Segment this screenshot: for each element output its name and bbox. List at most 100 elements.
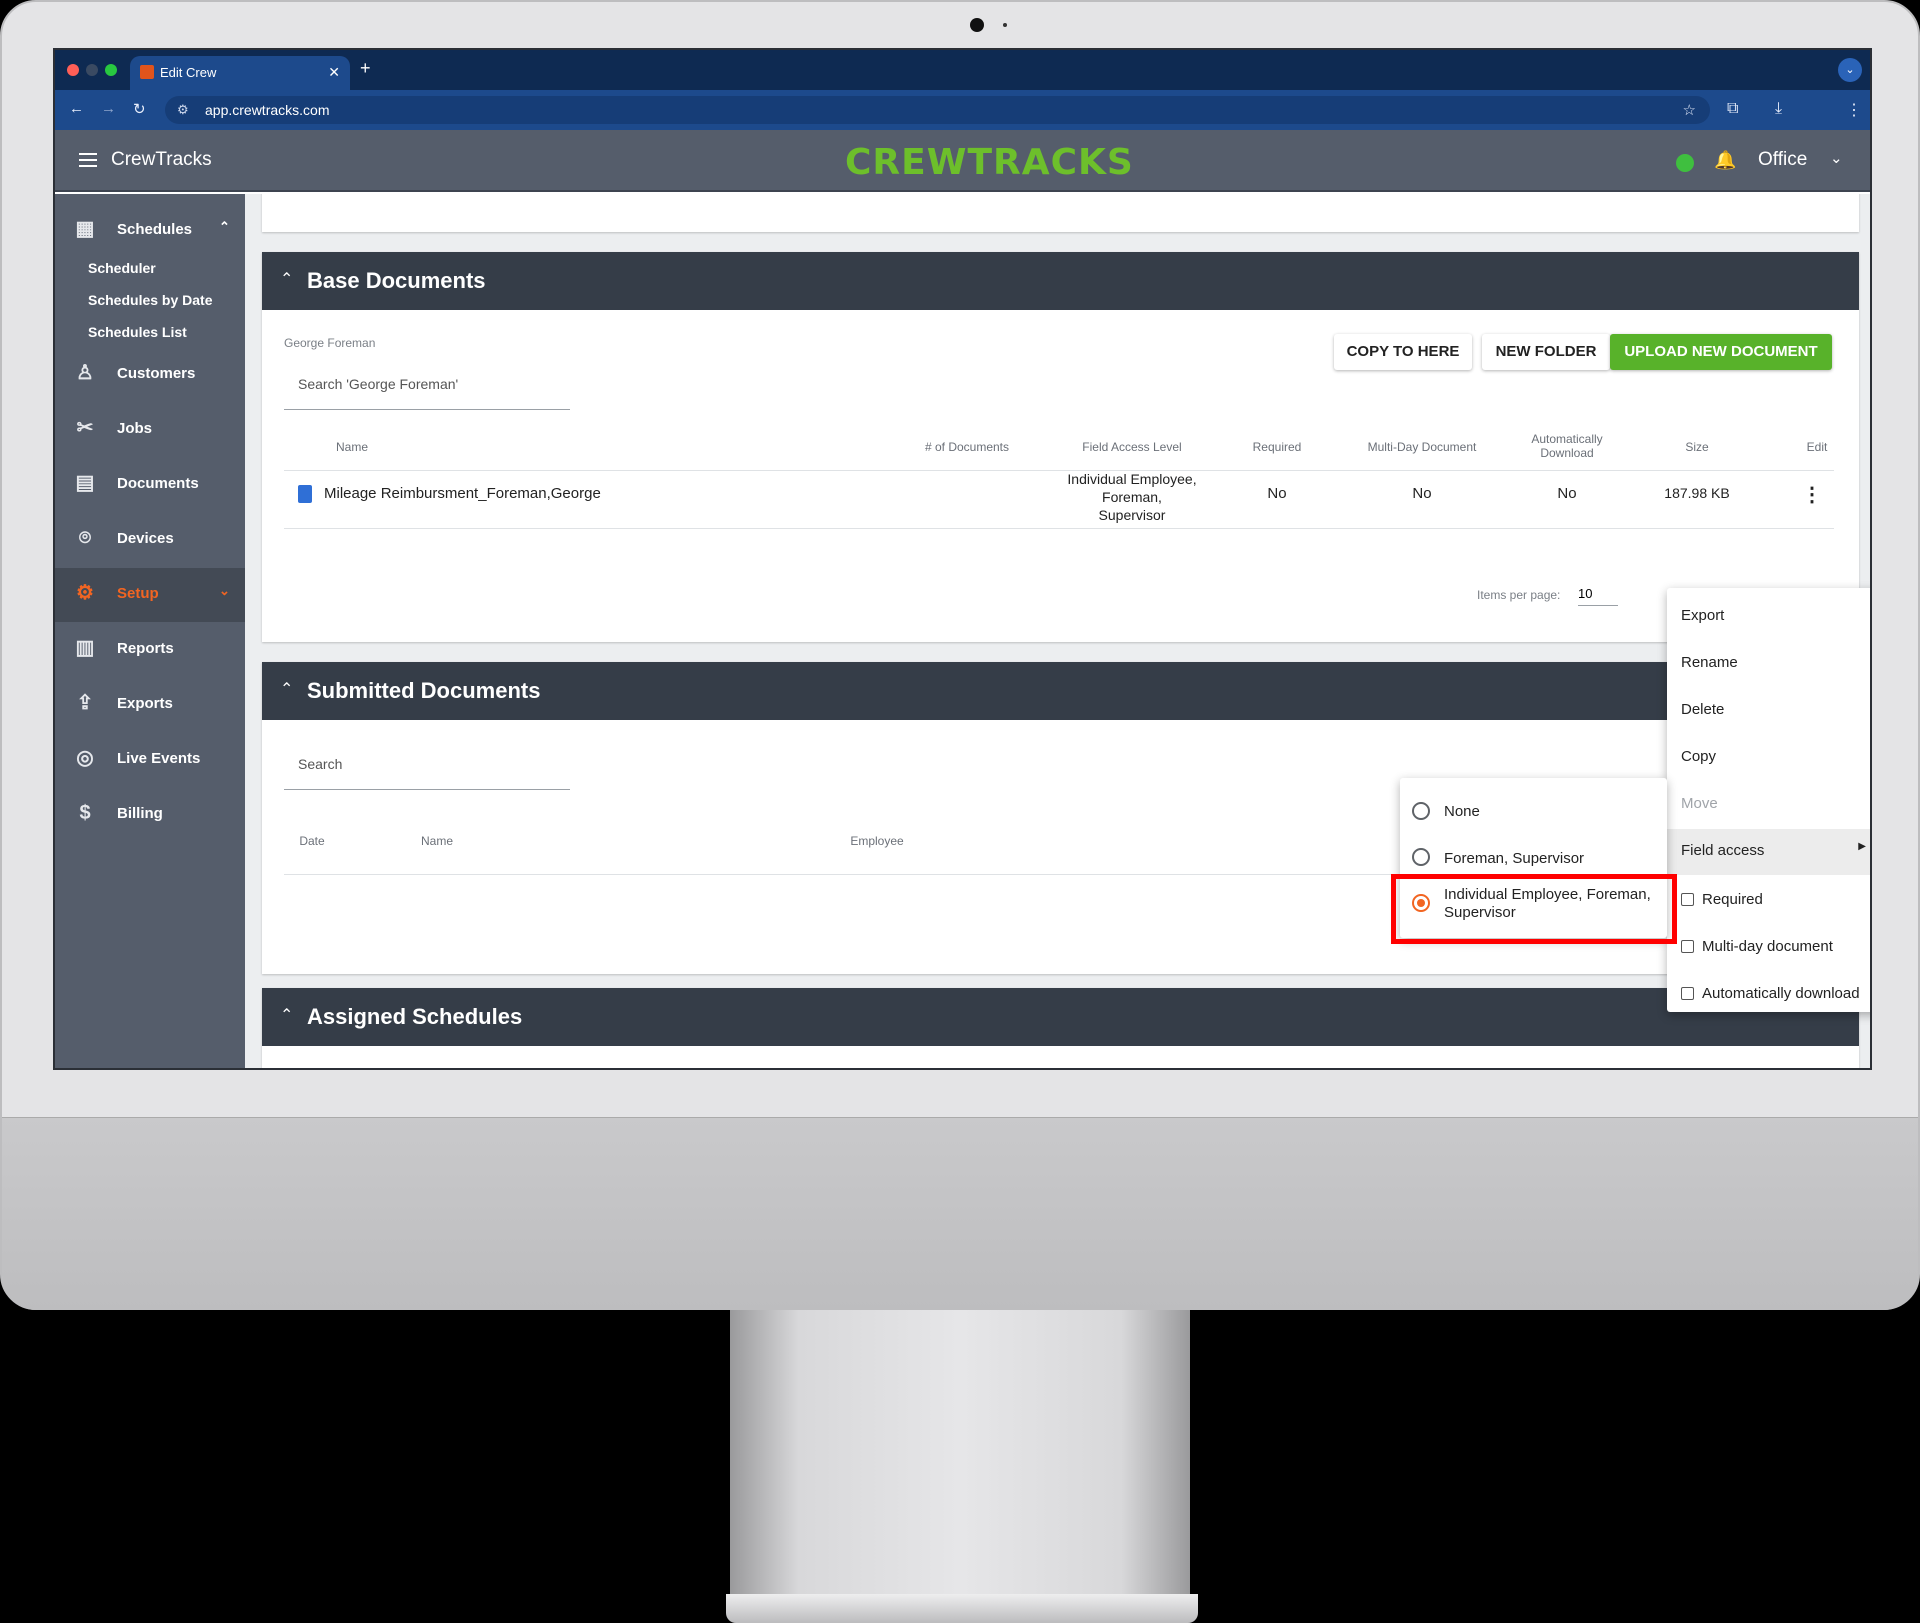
column-header-name[interactable]: Name (312, 440, 392, 454)
menu-item-rename[interactable]: Rename (1667, 641, 1870, 687)
sidebar-item-setup[interactable]: ⚙ Setup ⌄ (55, 568, 245, 622)
chevron-up-icon[interactable]: ⌃ (219, 219, 230, 235)
menu-item-label: Field access (1681, 842, 1765, 859)
radar-icon: ◎ (76, 747, 94, 769)
close-window-button[interactable] (67, 64, 79, 76)
tab-title: Edit Crew (160, 65, 217, 80)
reload-icon[interactable]: ↻ (133, 100, 146, 118)
panel-title: Submitted Documents (307, 678, 541, 703)
sidebar-sub-scheduler[interactable]: Scheduler (88, 260, 156, 276)
camera (970, 18, 984, 32)
sidebar-item-label: Customers (117, 365, 196, 382)
items-per-page-label: Items per page: (1477, 588, 1561, 602)
download-icon[interactable]: ⤓ (1775, 100, 1782, 118)
upload-new-document-button[interactable]: UPLOAD NEW DOCUMENT (1610, 334, 1832, 370)
sidebar-item-exports[interactable]: ⇪ Exports (55, 678, 245, 730)
items-per-page-select[interactable]: 10 (1578, 586, 1618, 606)
browser-menu-icon[interactable]: ⋮ (1846, 100, 1862, 120)
notification-bell-icon[interactable]: 🔔 (1714, 150, 1736, 171)
sidebar-item-schedules[interactable]: ▦ Schedules ⌃ (55, 204, 245, 256)
more-options-icon[interactable]: ⋮ (1802, 482, 1822, 507)
site-settings-icon[interactable]: ⚙ (177, 102, 189, 118)
document-field-access: Individual Employee, Foreman, Supervisor (1067, 471, 1197, 523)
radio-label: Foreman, Supervisor (1444, 850, 1585, 867)
screen: Edit Crew ✕ + ⌄ ← → ↻ ⚙ app.crewtracks.c… (53, 48, 1872, 1070)
column-header-employee[interactable]: Employee (837, 834, 917, 848)
submenu-arrow-icon: ▶ (1858, 841, 1866, 852)
radio-icon[interactable] (1412, 848, 1430, 866)
user-menu-label[interactable]: Office (1758, 149, 1807, 171)
menu-item-field-access[interactable]: Field access ▶ (1667, 829, 1870, 875)
crewtracks-logo: CREWTRACKS (845, 142, 1134, 183)
sidebar-item-billing[interactable]: $ Billing (55, 788, 245, 840)
chevron-up-icon[interactable]: ⌃ (280, 1005, 293, 1025)
sidebar-item-label: Reports (117, 640, 174, 657)
checkbox-icon[interactable] (1681, 987, 1694, 1000)
document-auto-download: No (1557, 485, 1577, 502)
submitted-documents-header[interactable]: ⌃ Submitted Documents (262, 662, 1859, 720)
gear-icon: ⚙ (76, 582, 94, 604)
panel-title: Assigned Schedules (307, 1004, 523, 1029)
column-header-field-access[interactable]: Field Access Level (1057, 440, 1207, 454)
column-header-required[interactable]: Required (1227, 440, 1327, 454)
base-documents-search-input[interactable]: Search 'George Foreman' (284, 362, 570, 410)
chevron-up-icon[interactable]: ⌃ (280, 269, 293, 289)
document-name[interactable]: Mileage Reimbursment_Foreman,George (324, 485, 601, 502)
checkbox-icon[interactable] (1681, 940, 1694, 953)
checkbox-required[interactable]: Required (1667, 878, 1870, 924)
minimize-window-button[interactable] (86, 64, 98, 76)
sidebar-item-live-events[interactable]: ◎ Live Events (55, 733, 245, 785)
sidebar-item-jobs[interactable]: ✂ Jobs (55, 403, 245, 455)
column-header-doc-count[interactable]: # of Documents (892, 440, 1042, 454)
radio-icon[interactable] (1412, 802, 1430, 820)
forward-icon[interactable]: → (101, 100, 116, 117)
new-tab-icon[interactable]: + (360, 58, 371, 79)
base-documents-header[interactable]: ⌃ Base Documents (262, 252, 1859, 310)
column-header-auto-download[interactable]: Automatically Download (1517, 432, 1617, 460)
menu-item-export[interactable]: Export (1667, 594, 1870, 640)
copy-to-here-button[interactable]: COPY TO HERE (1334, 334, 1472, 370)
sidebar-item-reports[interactable]: ▥ Reports (55, 623, 245, 675)
assigned-schedules-header[interactable]: ⌃ Assigned Schedules (262, 988, 1859, 1046)
column-header-size[interactable]: Size (1657, 440, 1737, 454)
checkbox-auto-download[interactable]: Automatically download (1667, 972, 1870, 1018)
maximize-window-button[interactable] (105, 64, 117, 76)
submitted-documents-search-input[interactable]: Search (284, 742, 570, 790)
menu-item-copy[interactable]: Copy (1667, 735, 1870, 781)
document-multi-day: No (1412, 485, 1432, 502)
chevron-down-icon[interactable]: ⌄ (219, 583, 230, 599)
address-bar[interactable]: ⚙ app.crewtracks.com ☆ (165, 96, 1710, 124)
sidebar-item-label: Exports (117, 695, 173, 712)
close-tab-icon[interactable]: ✕ (328, 64, 340, 81)
sidebar-sub-schedules-by-date[interactable]: Schedules by Date (88, 292, 213, 308)
sidebar-sub-schedules-list[interactable]: Schedules List (88, 324, 187, 340)
main-content: ⌃ Base Documents George Foreman Search '… (245, 194, 1870, 1068)
column-header-name[interactable]: Name (412, 834, 462, 848)
sidebar-item-devices[interactable]: ⌾ Devices (55, 513, 245, 565)
monitor-stand (730, 1310, 1190, 1600)
new-folder-button[interactable]: NEW FOLDER (1482, 334, 1610, 370)
hamburger-menu-icon[interactable] (79, 153, 97, 167)
favicon-icon (140, 65, 154, 79)
back-icon[interactable]: ← (69, 100, 84, 117)
sidebar-item-documents[interactable]: ▤ Documents (55, 458, 245, 510)
checkbox-icon[interactable] (1681, 893, 1694, 906)
documents-icon: ▤ (75, 472, 95, 494)
menu-item-delete[interactable]: Delete (1667, 688, 1870, 734)
tab-search-icon[interactable]: ⌄ (1838, 58, 1862, 82)
folder-breadcrumb[interactable]: George Foreman (284, 336, 375, 350)
chevron-down-icon[interactable]: ⌄ (1830, 149, 1843, 167)
bookmark-star-icon[interactable]: ☆ (1683, 101, 1696, 119)
customer-icon: ♙ (76, 362, 94, 384)
column-header-date[interactable]: Date (292, 834, 332, 848)
browser-toolbar: ← → ↻ ⚙ app.crewtracks.com ☆ ⧉ ⤓ ⋮ (55, 90, 1870, 130)
column-header-multi-day[interactable]: Multi-Day Document (1347, 440, 1497, 454)
billing-icon: $ (79, 802, 91, 824)
chevron-up-icon[interactable]: ⌃ (280, 679, 293, 699)
browser-tab[interactable]: Edit Crew ✕ (130, 56, 350, 90)
checkbox-multi-day[interactable]: Multi-day document (1667, 925, 1870, 971)
extensions-icon[interactable]: ⧉ (1727, 100, 1738, 118)
sidebar-item-customers[interactable]: ♙ Customers (55, 348, 245, 400)
browser-tab-bar: Edit Crew ✕ + ⌄ (55, 50, 1870, 90)
highlight-box (1391, 874, 1677, 944)
